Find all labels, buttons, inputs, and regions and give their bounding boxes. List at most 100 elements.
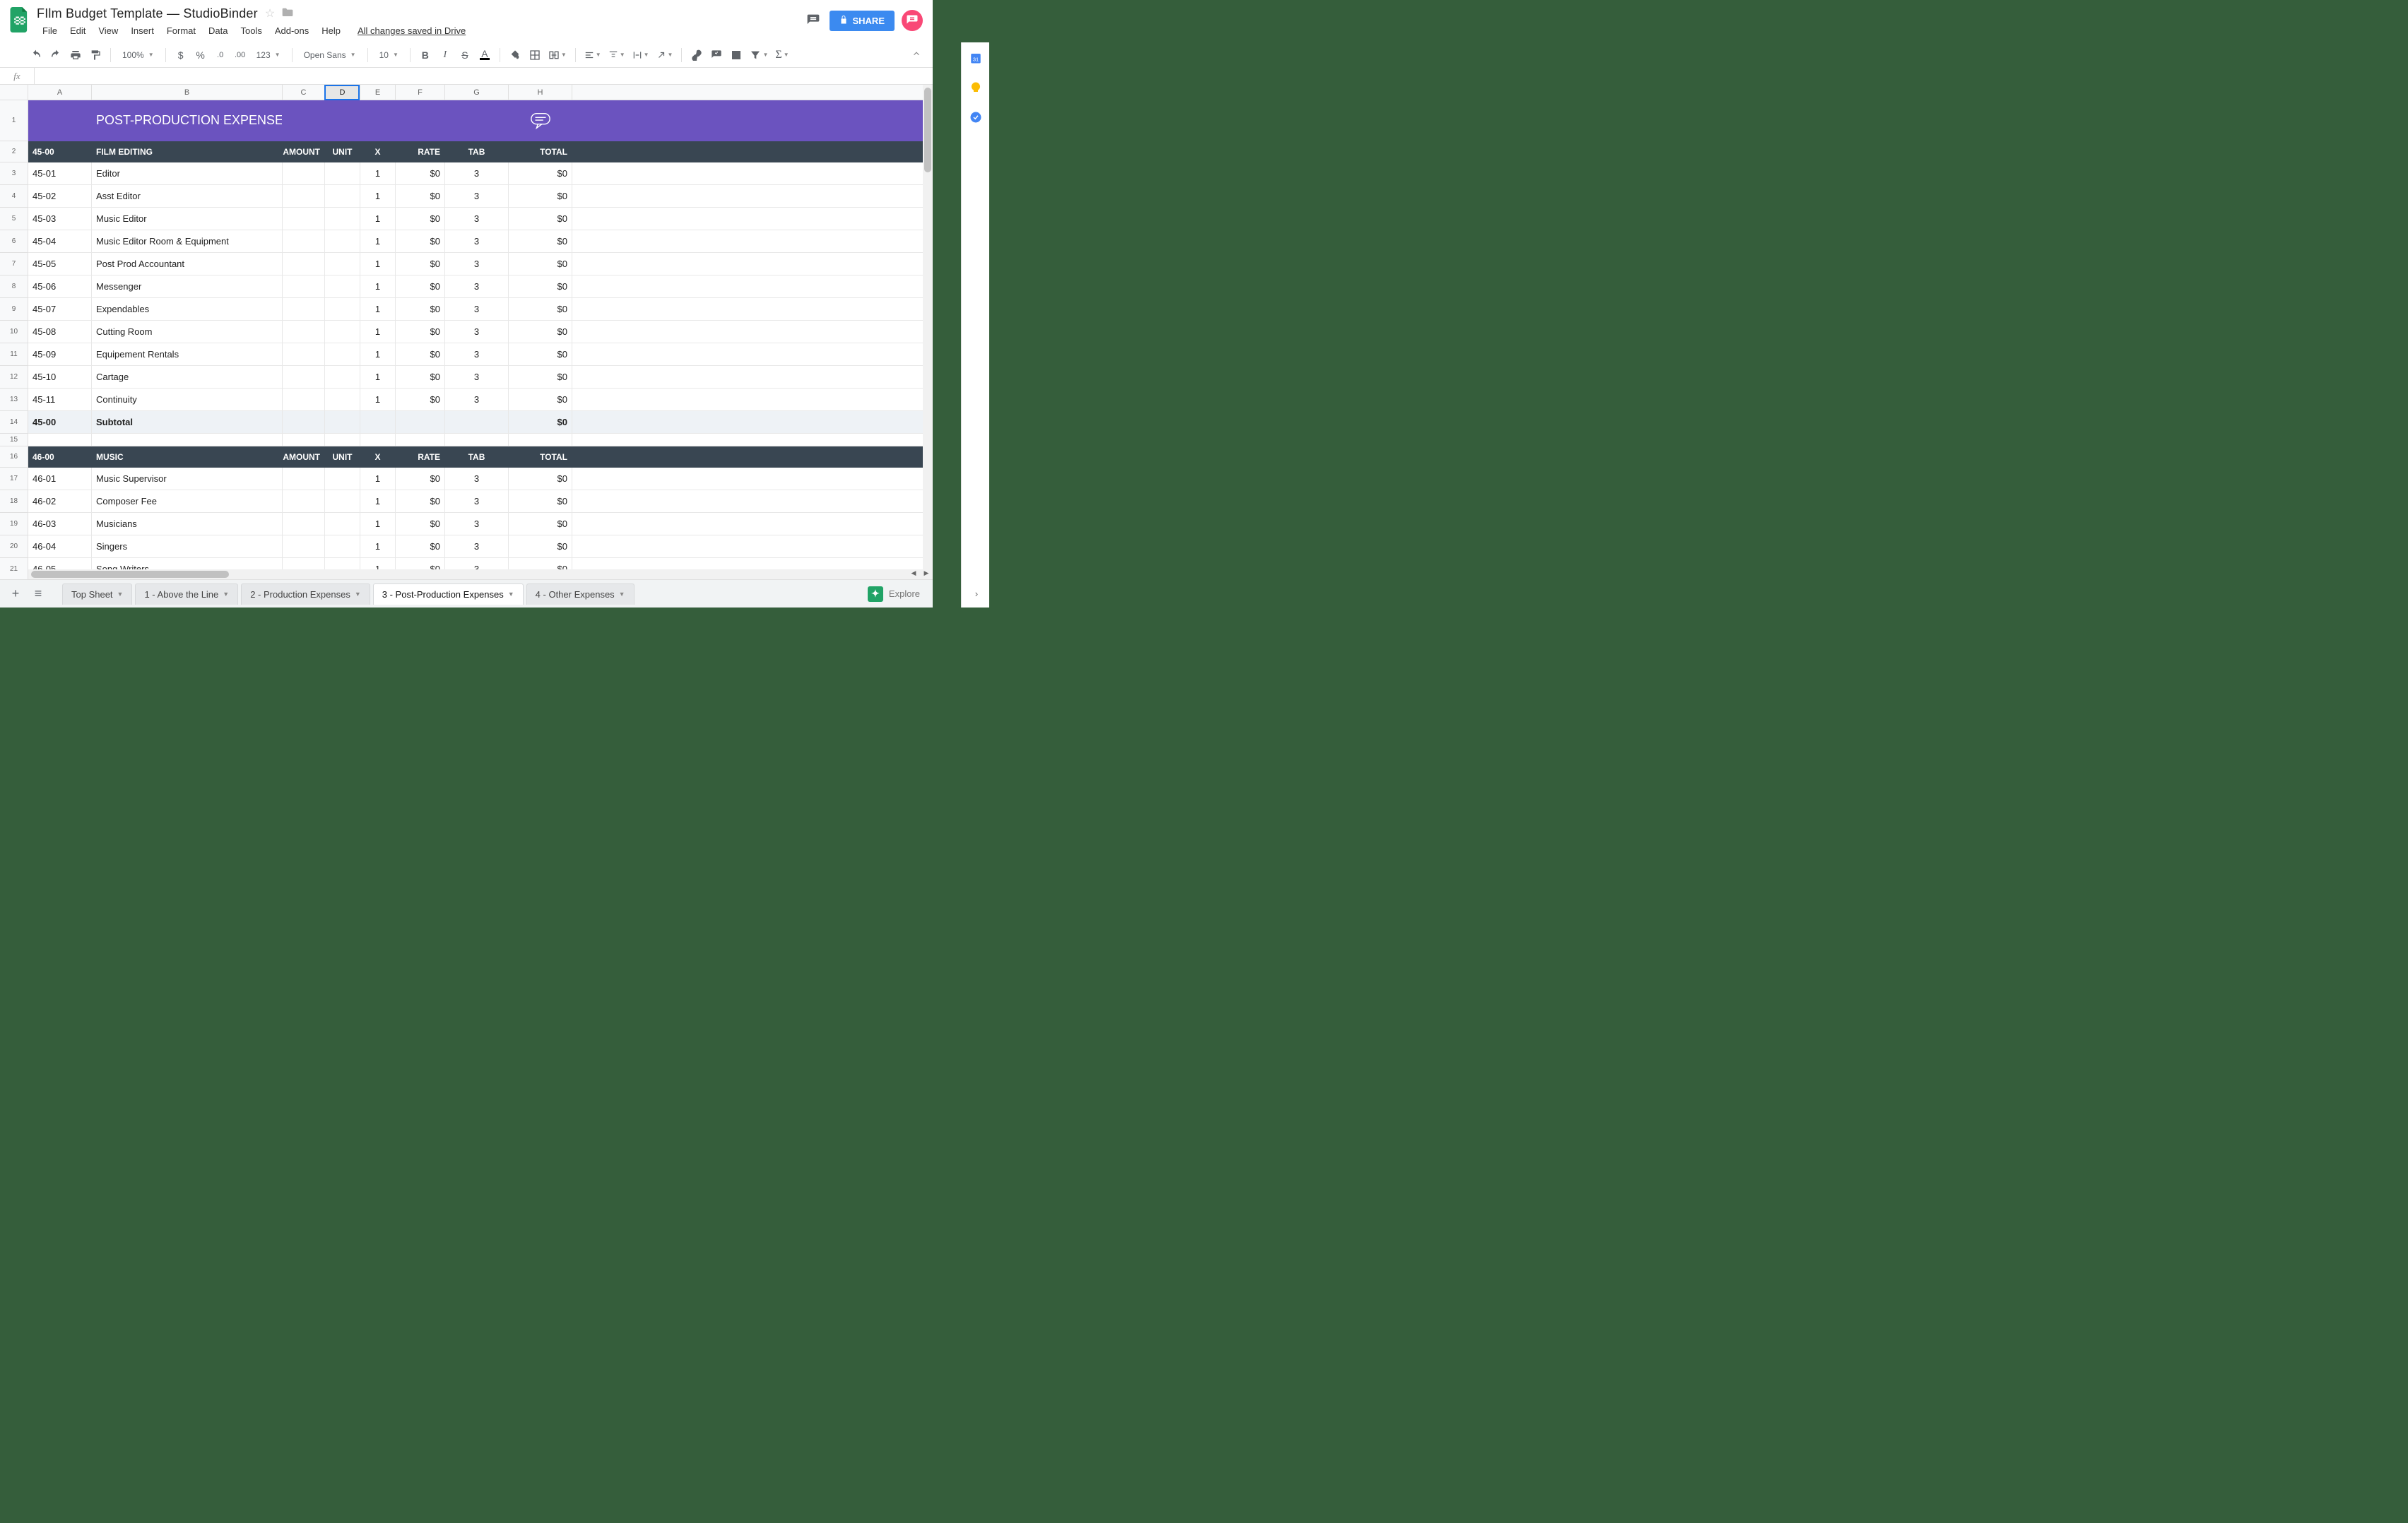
- explore-button[interactable]: ✦ Explore: [861, 583, 927, 605]
- undo-button[interactable]: [27, 46, 45, 64]
- bold-button[interactable]: B: [416, 46, 435, 64]
- cell[interactable]: Composer Fee: [92, 490, 283, 513]
- cell[interactable]: $0: [509, 253, 572, 275]
- cell[interactable]: $0: [509, 535, 572, 558]
- filter-button[interactable]: ▼: [747, 46, 771, 64]
- col-header-H[interactable]: H: [509, 85, 572, 100]
- row-header[interactable]: 19: [0, 513, 28, 535]
- account-avatar[interactable]: [902, 10, 923, 31]
- cell[interactable]: [360, 434, 396, 446]
- cell[interactable]: [325, 100, 360, 141]
- cell[interactable]: Editor: [92, 162, 283, 185]
- tasks-icon[interactable]: [969, 110, 983, 124]
- decrease-decimals-button[interactable]: .0: [211, 46, 230, 64]
- print-button[interactable]: [66, 46, 85, 64]
- row-header[interactable]: 9: [0, 298, 28, 321]
- cell[interactable]: Continuity: [92, 389, 283, 411]
- text-wrap-button[interactable]: ▼: [630, 46, 652, 64]
- cell[interactable]: [283, 230, 325, 253]
- col-header-F[interactable]: F: [396, 85, 445, 100]
- cell[interactable]: Music Editor: [92, 208, 283, 230]
- menu-data[interactable]: Data: [203, 23, 233, 39]
- cell[interactable]: [283, 389, 325, 411]
- cell[interactable]: 1: [360, 490, 396, 513]
- cell[interactable]: 3: [445, 468, 509, 490]
- cell[interactable]: $0: [509, 411, 572, 434]
- cell[interactable]: 3: [445, 535, 509, 558]
- borders-button[interactable]: [526, 46, 544, 64]
- cell[interactable]: Messenger: [92, 275, 283, 298]
- move-folder-icon[interactable]: [282, 7, 293, 20]
- sheet-tab[interactable]: 1 - Above the Line▼: [135, 583, 238, 605]
- fill-color-button[interactable]: [506, 46, 524, 64]
- redo-button[interactable]: [47, 46, 65, 64]
- row-header[interactable]: 8: [0, 275, 28, 298]
- horizontal-align-button[interactable]: ▼: [582, 46, 604, 64]
- cell[interactable]: [396, 411, 445, 434]
- cell[interactable]: $0: [396, 162, 445, 185]
- row-header[interactable]: 10: [0, 321, 28, 343]
- cell[interactable]: $0: [509, 230, 572, 253]
- cell[interactable]: [396, 100, 445, 141]
- cell[interactable]: $0: [396, 185, 445, 208]
- cell[interactable]: [283, 185, 325, 208]
- col-header-C[interactable]: C: [283, 85, 325, 100]
- cell[interactable]: [92, 434, 283, 446]
- format-percent-button[interactable]: %: [191, 46, 210, 64]
- horizontal-scrollbar[interactable]: [28, 569, 923, 579]
- cell[interactable]: 1: [360, 468, 396, 490]
- cell[interactable]: [283, 100, 325, 141]
- cell[interactable]: 46-00: [28, 446, 92, 468]
- cell[interactable]: [325, 185, 360, 208]
- row-header[interactable]: 17: [0, 468, 28, 490]
- cell[interactable]: $0: [396, 321, 445, 343]
- row-header[interactable]: 2: [0, 141, 28, 162]
- cell[interactable]: $0: [396, 513, 445, 535]
- cell[interactable]: 1: [360, 253, 396, 275]
- row-header[interactable]: 1: [0, 100, 28, 141]
- cell[interactable]: 45-02: [28, 185, 92, 208]
- text-color-button[interactable]: A: [476, 46, 494, 64]
- col-header-E[interactable]: E: [360, 85, 396, 100]
- cell[interactable]: 46-03: [28, 513, 92, 535]
- cell[interactable]: [325, 411, 360, 434]
- cell[interactable]: X: [360, 141, 396, 162]
- cell[interactable]: [283, 298, 325, 321]
- cell[interactable]: $0: [396, 389, 445, 411]
- cell[interactable]: [360, 100, 396, 141]
- row-header[interactable]: 20: [0, 535, 28, 558]
- cell[interactable]: 45-11: [28, 389, 92, 411]
- cell[interactable]: [283, 411, 325, 434]
- cell[interactable]: 46-01: [28, 468, 92, 490]
- menu-view[interactable]: View: [93, 23, 124, 39]
- row-header[interactable]: 21: [0, 558, 28, 579]
- cell[interactable]: AMOUNT: [283, 141, 325, 162]
- col-header-D[interactable]: D: [325, 85, 360, 100]
- cell[interactable]: $0: [396, 298, 445, 321]
- cell[interactable]: [283, 162, 325, 185]
- doc-title[interactable]: FIlm Budget Template — StudioBinder: [37, 6, 258, 21]
- vertical-align-button[interactable]: ▼: [606, 46, 628, 64]
- cell[interactable]: [325, 230, 360, 253]
- cell[interactable]: [325, 321, 360, 343]
- sheet-tab[interactable]: Top Sheet▼: [62, 583, 132, 605]
- cell[interactable]: [325, 275, 360, 298]
- cell[interactable]: [283, 366, 325, 389]
- cell[interactable]: Asst Editor: [92, 185, 283, 208]
- zoom-select[interactable]: 100%▼: [117, 46, 160, 64]
- cell[interactable]: 45-01: [28, 162, 92, 185]
- cell[interactable]: [283, 434, 325, 446]
- cell[interactable]: [283, 275, 325, 298]
- functions-button[interactable]: Σ▼: [772, 46, 791, 64]
- cell[interactable]: [325, 162, 360, 185]
- cell[interactable]: [325, 366, 360, 389]
- cell[interactable]: [325, 490, 360, 513]
- increase-decimals-button[interactable]: .00: [231, 46, 249, 64]
- cell[interactable]: Cutting Room: [92, 321, 283, 343]
- cell[interactable]: 3: [445, 343, 509, 366]
- cell[interactable]: [283, 208, 325, 230]
- row-header[interactable]: 16: [0, 446, 28, 468]
- menu-format[interactable]: Format: [161, 23, 201, 39]
- cell[interactable]: $0: [509, 185, 572, 208]
- all-sheets-button[interactable]: ≡: [28, 584, 48, 604]
